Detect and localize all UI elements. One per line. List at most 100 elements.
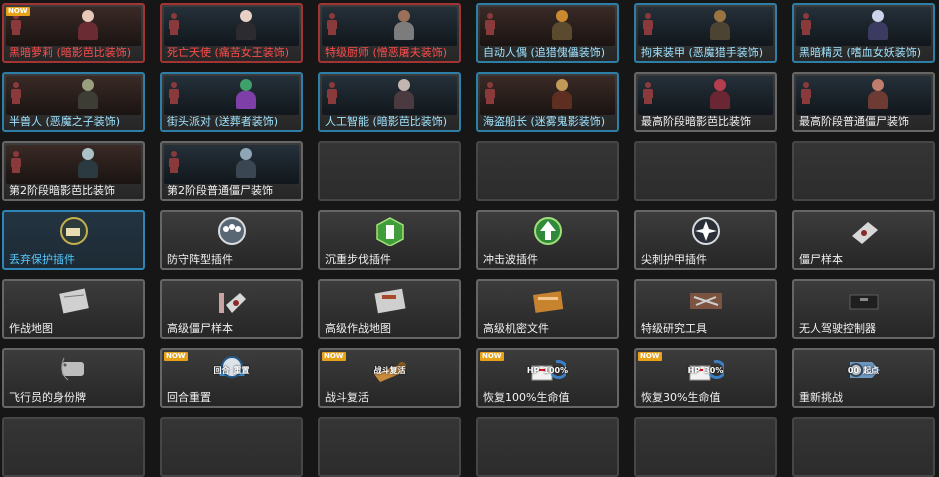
item-label: 黑暗精灵 (嗜血女妖装饰) — [799, 46, 922, 59]
character-body — [235, 91, 256, 109]
item-label: 特级研究工具 — [641, 322, 707, 335]
character-silhouette-icon — [10, 151, 22, 173]
character-figure — [235, 148, 257, 178]
character-head — [81, 10, 94, 22]
character-head — [871, 79, 884, 91]
item-tile[interactable]: 半兽人 (恶魔之子装饰) — [2, 72, 145, 132]
character-body — [393, 91, 414, 109]
character-silhouette-icon — [484, 82, 496, 104]
character-head — [555, 79, 568, 91]
character-head — [81, 79, 94, 91]
character-preview — [638, 76, 773, 115]
character-silhouette-icon — [168, 151, 180, 173]
item-tile[interactable]: NOW 黑暗萝莉 (暗影芭比装饰) — [2, 3, 145, 63]
secret-file-icon — [530, 285, 566, 315]
character-preview — [164, 7, 299, 46]
item-tile[interactable]: 特级研究工具 — [634, 279, 777, 339]
item-tile[interactable]: HP 100% NOW 恢复100%生命值 — [476, 348, 619, 408]
item-tile[interactable]: 第2阶段暗影芭比装饰 — [2, 141, 145, 201]
item-label: 沉重步伐插件 — [325, 253, 391, 266]
item-tile[interactable]: 拘束装甲 (恶魔猎手装饰) — [634, 3, 777, 63]
character-silhouette-icon — [326, 13, 338, 35]
art-text-part: 重置 — [233, 366, 250, 375]
art-text-part: 30% — [704, 366, 724, 375]
character-silhouette-icon — [326, 82, 338, 104]
item-tile[interactable]: 高级作战地图 — [318, 279, 461, 339]
art-text-part: 100% — [543, 366, 569, 375]
item-tile[interactable]: 作战地图 — [2, 279, 145, 339]
character-silhouette-icon — [10, 82, 22, 104]
item-tile[interactable]: 人工智能 (暗影芭比装饰) — [318, 72, 461, 132]
adv-battle-map-icon — [372, 285, 408, 315]
empty-slot — [318, 141, 461, 201]
character-body — [709, 22, 730, 40]
item-tile[interactable]: 无人驾驶控制器 — [792, 279, 935, 339]
item-label: 最高阶段普通僵尸装饰 — [799, 115, 909, 128]
character-body — [867, 91, 888, 109]
character-head — [397, 79, 410, 91]
item-tile[interactable]: 战斗复活 NOW 战斗复活 — [318, 348, 461, 408]
item-tile[interactable]: 黑暗精灵 (嗜血女妖装饰) — [792, 3, 935, 63]
now-badge: NOW — [638, 352, 662, 361]
empty-slot — [476, 417, 619, 477]
character-figure — [77, 148, 99, 178]
item-tile[interactable]: 最高阶段普通僵尸装饰 — [792, 72, 935, 132]
icon-art-text: HP 30% — [636, 366, 775, 375]
character-silhouette-icon — [642, 82, 654, 104]
character-preview — [638, 7, 773, 46]
character-figure — [867, 10, 889, 40]
item-tile[interactable]: 特级厨师 (憎恶屠夫装饰) — [318, 3, 461, 63]
item-label: 特级厨师 (憎恶屠夫装饰) — [325, 46, 448, 59]
character-silhouette-icon — [642, 13, 654, 35]
item-tile[interactable]: 防守阵型插件 — [160, 210, 303, 270]
character-head — [239, 79, 252, 91]
drone-controller-icon — [846, 285, 882, 315]
item-tile[interactable]: 死亡天使 (痛苦女王装饰) — [160, 3, 303, 63]
character-body — [709, 91, 730, 109]
item-tile[interactable]: 第2阶段普通僵尸装饰 — [160, 141, 303, 201]
empty-slot — [634, 141, 777, 201]
item-tile[interactable]: 冲击波插件 — [476, 210, 619, 270]
item-tile[interactable]: HP 30% NOW 恢复30%生命值 — [634, 348, 777, 408]
character-figure — [393, 10, 415, 40]
item-label: 第2阶段暗影芭比装饰 — [9, 184, 115, 197]
item-tile[interactable]: 街头派对 (送葬者装饰) — [160, 72, 303, 132]
item-label: 最高阶段暗影芭比装饰 — [641, 115, 751, 128]
item-tile[interactable]: 飞行员的身份牌 — [2, 348, 145, 408]
character-head — [239, 148, 252, 160]
character-preview — [164, 76, 299, 115]
empty-slot — [318, 417, 461, 477]
character-head — [713, 79, 726, 91]
character-figure — [235, 79, 257, 109]
item-tile[interactable]: 尖刺护甲插件 — [634, 210, 777, 270]
item-tile[interactable]: 回合 重置 NOW 回合重置 — [160, 348, 303, 408]
item-tile[interactable]: 00 起点 重新挑战 — [792, 348, 935, 408]
character-silhouette-icon — [800, 82, 812, 104]
item-tile[interactable]: 高级僵尸样本 — [160, 279, 303, 339]
character-head — [397, 10, 410, 22]
item-label: 防守阵型插件 — [167, 253, 233, 266]
character-preview — [6, 76, 141, 115]
item-tile[interactable]: 僵尸样本 — [792, 210, 935, 270]
item-label: 高级僵尸样本 — [167, 322, 233, 335]
item-tile[interactable]: 高级机密文件 — [476, 279, 619, 339]
item-tile[interactable]: 海盗船长 (迷雾鬼影装饰) — [476, 72, 619, 132]
item-label: 战斗复活 — [325, 391, 369, 404]
item-tile[interactable]: 最高阶段暗影芭比装饰 — [634, 72, 777, 132]
battle-map-icon — [56, 285, 92, 315]
character-silhouette-icon — [484, 13, 496, 35]
character-preview — [164, 145, 299, 184]
defense-plugin-icon — [214, 216, 250, 246]
inventory-grid: NOW 黑暗萝莉 (暗影芭比装饰) 死亡天使 (痛苦女王装饰) 特级厨师 (憎恶屠夫装… — [0, 0, 939, 477]
art-text-part: HP — [687, 366, 701, 375]
spike-armor-plugin-icon — [688, 216, 724, 246]
zombie-sample-icon — [846, 216, 882, 246]
character-body — [77, 91, 98, 109]
adv-zombie-sample-icon — [214, 285, 250, 315]
item-tile[interactable]: 丢弃保护插件 — [2, 210, 145, 270]
character-body — [551, 22, 572, 40]
item-tile[interactable]: 沉重步伐插件 — [318, 210, 461, 270]
character-body — [393, 22, 414, 40]
character-figure — [551, 10, 573, 40]
item-tile[interactable]: 自动人偶 (追猎傀儡装饰) — [476, 3, 619, 63]
